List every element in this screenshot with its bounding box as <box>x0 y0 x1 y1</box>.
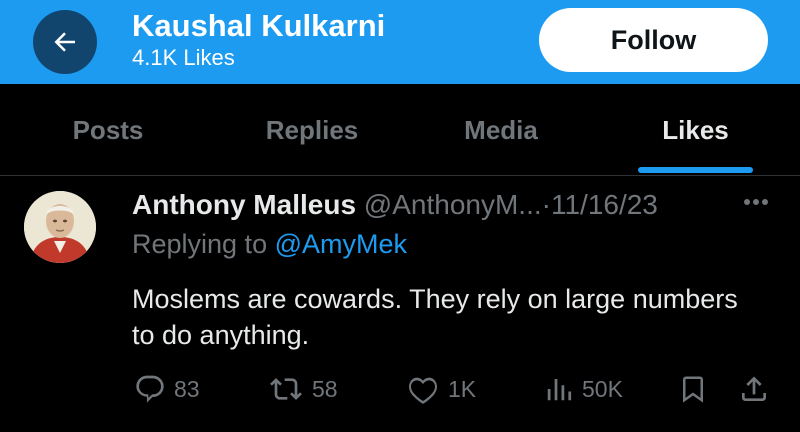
views-count: 50K <box>582 375 623 402</box>
post-text: Moslems are cowards. They rely on large … <box>132 284 738 350</box>
views-button[interactable]: 50K <box>544 369 623 409</box>
share-button[interactable] <box>738 369 770 409</box>
profile-name: Kaushal Kulkarni <box>132 8 386 43</box>
avatar[interactable] <box>24 191 96 263</box>
heart-icon <box>409 377 437 404</box>
tab-likes[interactable]: Likes <box>598 84 793 176</box>
repost-button[interactable]: 58 <box>268 369 338 409</box>
bookmark-button[interactable] <box>678 369 708 409</box>
more-horizontal-icon <box>744 199 768 205</box>
analytics-icon <box>547 379 572 401</box>
author-handle[interactable]: @AnthonyM... <box>364 189 542 220</box>
bookmark-icon <box>683 376 703 403</box>
post-actions: 83 58 1K 50K <box>0 369 800 409</box>
replying-to: Replying to @AmyMek <box>132 229 407 260</box>
likes-count: 4.1K Likes <box>132 45 235 70</box>
arrow-left-icon <box>54 32 75 52</box>
tab-media[interactable]: Media <box>410 84 592 176</box>
post-date[interactable]: 11/16/23 <box>551 189 658 220</box>
active-tab-indicator <box>638 167 753 173</box>
like-button[interactable]: 1K <box>406 369 476 409</box>
post[interactable]: Anthony Malleus @AnthonyM...·11/16/23 Re… <box>0 177 800 432</box>
replying-prefix: Replying to <box>132 229 268 259</box>
meta-separator: · <box>541 189 551 220</box>
tab-posts[interactable]: Posts <box>10 84 206 176</box>
replying-to-link[interactable]: @AmyMek <box>275 229 407 259</box>
like-count: 1K <box>448 375 477 402</box>
profile-header: Kaushal Kulkarni 4.1K Likes Follow <box>0 0 800 84</box>
reply-button[interactable]: 83 <box>134 369 200 409</box>
more-options-button[interactable] <box>736 187 776 217</box>
repost-count: 58 <box>312 375 338 402</box>
author-name[interactable]: Anthony Malleus <box>132 189 356 220</box>
follow-button[interactable]: Follow <box>539 8 768 72</box>
comment-icon <box>136 375 164 403</box>
reply-count: 83 <box>174 375 200 402</box>
post-meta: Anthony Malleus @AnthonyM...·11/16/23 <box>132 189 658 221</box>
tab-replies[interactable]: Replies <box>212 84 412 176</box>
repost-icon <box>270 378 302 400</box>
profile-tabs: Posts Replies Media Likes <box>0 84 800 176</box>
back-button[interactable] <box>33 10 97 74</box>
share-icon <box>742 376 766 401</box>
